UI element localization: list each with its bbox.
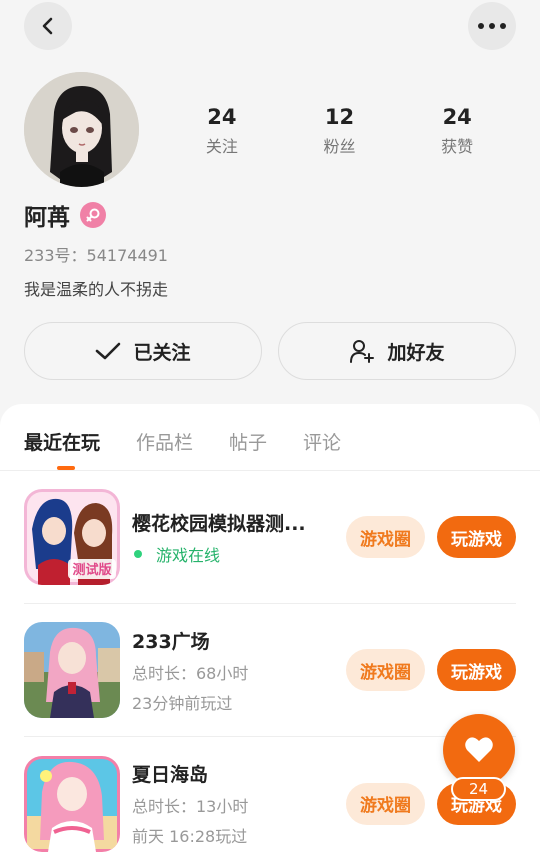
game-actions: 游戏圈 玩游戏: [346, 516, 516, 558]
tab-label: 最近在玩: [24, 432, 101, 454]
add-user-icon: [350, 340, 375, 363]
tab-comments[interactable]: 评论: [303, 404, 341, 470]
female-icon: [80, 202, 106, 228]
game-icon[interactable]: [24, 755, 120, 852]
stat-value: 24: [442, 105, 472, 129]
stat-label: 粉丝: [323, 137, 356, 156]
game-playtime: 总时长：68小时: [132, 663, 249, 683]
back-button[interactable]: [24, 2, 72, 50]
stat-value: 12: [324, 105, 355, 129]
user-bio: 我是温柔的人不拐走: [24, 280, 169, 299]
game-title: 233广场: [132, 630, 210, 653]
stat-likes[interactable]: 24 获赞: [398, 103, 516, 157]
check-icon: [96, 342, 121, 360]
user-name: 阿苒: [24, 205, 70, 231]
game-icon[interactable]: [24, 622, 120, 718]
icon-badge-text: 测试版: [72, 562, 111, 578]
stat-following[interactable]: 24 关注: [163, 103, 281, 157]
avatar[interactable]: [24, 72, 139, 187]
followed-label: 已关注: [133, 341, 191, 364]
followed-button[interactable]: 已关注: [24, 322, 262, 380]
game-circle-button[interactable]: 游戏圈: [346, 782, 425, 825]
game-circle-button[interactable]: 游戏圈: [346, 516, 425, 558]
play-game-button[interactable]: 玩游戏: [437, 516, 516, 558]
tab-active-indicator: [57, 466, 75, 470]
game-status-text: 游戏在线: [156, 545, 221, 565]
tab-recently-played[interactable]: 最近在玩: [24, 404, 100, 470]
game-title: 樱花校园模拟器测...: [132, 512, 306, 535]
add-friend-button[interactable]: 加好友: [278, 322, 516, 380]
like-button[interactable]: [443, 714, 515, 786]
game-info: 樱花校园模拟器测... 游戏在线: [132, 509, 322, 566]
chevron-left-icon: [42, 17, 53, 35]
game-playtime: 总时长：13小时: [132, 797, 249, 816]
list-item[interactable]: 233广场 总时长：68小时 23分钟前玩过 游戏圈 玩游戏: [24, 604, 516, 737]
stat-value: 24: [207, 105, 237, 129]
game-list: 测试版 樱花校园模拟器测... 游戏在线 游戏圈 玩游戏 233广场 总时长：6…: [0, 471, 540, 862]
tab-bar: 最近在玩 作品栏 帖子 评论: [0, 404, 540, 471]
heart-icon: [465, 737, 493, 762]
tab-posts[interactable]: 帖子: [229, 404, 267, 470]
like-count-badge: 24: [451, 777, 506, 801]
list-item[interactable]: 夏日海岛 总时长：13小时 前天 16:28玩过 游戏圈 玩游戏: [24, 737, 516, 862]
play-game-button[interactable]: 玩游戏: [437, 649, 516, 691]
name-row: 阿苒: [24, 198, 106, 232]
game-last-played: 前天 16:28玩过: [132, 827, 248, 846]
stat-followers[interactable]: 12 粉丝: [281, 103, 399, 157]
tab-label: 评论: [303, 432, 342, 454]
game-last-played: 23分钟前玩过: [132, 693, 233, 713]
stat-label: 获赞: [441, 137, 474, 156]
profile-stats: 24 关注 12 粉丝 24 获赞: [163, 103, 516, 157]
game-status: 游戏在线: [132, 542, 322, 566]
list-item[interactable]: 测试版 樱花校园模拟器测... 游戏在线 游戏圈 玩游戏: [24, 471, 516, 604]
online-dot-icon: [134, 549, 142, 558]
tab-label: 帖子: [229, 432, 268, 454]
more-button[interactable]: [468, 2, 516, 50]
game-info: 夏日海岛 总时长：13小时 前天 16:28玩过: [132, 760, 322, 847]
game-actions: 游戏圈 玩游戏: [346, 649, 516, 691]
profile-actions: 已关注 加好友: [24, 322, 516, 380]
game-title: 夏日海岛: [132, 764, 209, 786]
game-info: 233广场 总时长：68小时 23分钟前玩过: [132, 627, 322, 714]
game-circle-button[interactable]: 游戏圈: [346, 649, 425, 691]
user-id: 233号：54174491: [24, 246, 168, 265]
tab-works[interactable]: 作品栏: [136, 404, 193, 470]
tab-label: 作品栏: [136, 432, 194, 454]
game-icon[interactable]: 测试版: [24, 489, 120, 585]
add-friend-label: 加好友: [387, 341, 445, 364]
more-dots-icon: [478, 23, 506, 29]
stat-label: 关注: [205, 137, 238, 156]
